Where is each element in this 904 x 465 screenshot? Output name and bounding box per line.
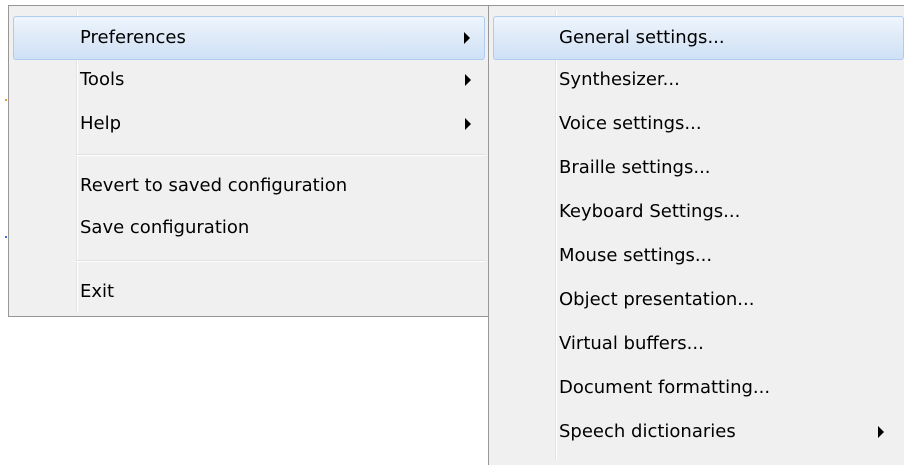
submenu-item-keyboard-settings[interactable]: Keyboard Settings... xyxy=(493,190,904,234)
submenu-item-document-formatting[interactable]: Document formatting... xyxy=(493,366,904,410)
submenu-arrow-icon xyxy=(464,32,470,44)
submenu-item-label: Synthesizer... xyxy=(559,69,680,90)
menu-item-tools[interactable]: Tools xyxy=(13,58,485,102)
menu-item-label: Tools xyxy=(80,69,125,90)
submenu-arrow-icon xyxy=(465,74,471,86)
submenu-item-label: Document formatting... xyxy=(559,377,771,398)
menu-item-revert-configuration[interactable]: Revert to saved configuration xyxy=(13,164,485,208)
submenu-item-general-settings[interactable]: General settings... xyxy=(493,16,904,60)
submenu-arrow-icon xyxy=(465,118,471,130)
submenu-item-label: Object presentation... xyxy=(559,289,755,310)
submenu-item-label: General settings... xyxy=(559,27,725,48)
background-artifact xyxy=(5,236,7,238)
menu-item-help[interactable]: Help xyxy=(13,102,485,146)
menu-item-label: Save configuration xyxy=(80,217,250,238)
submenu-item-label: Keyboard Settings... xyxy=(559,201,741,222)
submenu-item-speech-dictionaries[interactable]: Speech dictionaries xyxy=(493,410,894,454)
submenu-item-synthesizer[interactable]: Synthesizer... xyxy=(493,58,904,102)
submenu-item-label: Speech dictionaries xyxy=(559,421,736,442)
menu-item-exit[interactable]: Exit xyxy=(13,270,485,314)
submenu-item-label: Voice settings... xyxy=(559,113,702,134)
menu-item-label: Preferences xyxy=(80,27,186,48)
submenu-item-object-presentation[interactable]: Object presentation... xyxy=(493,278,904,322)
submenu-item-virtual-buffers[interactable]: Virtual buffers... xyxy=(493,322,904,366)
submenu-item-label: Virtual buffers... xyxy=(559,333,704,354)
background-artifact xyxy=(5,99,7,101)
menu-separator xyxy=(76,260,485,262)
submenu-item-voice-settings[interactable]: Voice settings... xyxy=(493,102,904,146)
submenu-arrow-icon xyxy=(878,426,884,438)
menu-item-label: Revert to saved configuration xyxy=(80,175,348,196)
menu-separator xyxy=(76,154,485,156)
submenu-item-mouse-settings[interactable]: Mouse settings... xyxy=(493,234,904,278)
menu-item-save-configuration[interactable]: Save configuration xyxy=(13,206,485,250)
menu-item-label: Help xyxy=(80,113,122,134)
submenu-item-braille-settings[interactable]: Braille settings... xyxy=(493,146,904,190)
submenu-item-label: Braille settings... xyxy=(559,157,711,178)
menu-item-preferences[interactable]: Preferences xyxy=(13,16,485,60)
nvda-main-menu: Preferences Tools Help Revert to saved c… xyxy=(8,5,490,317)
preferences-submenu: General settings... Synthesizer... Voice… xyxy=(488,5,904,465)
submenu-item-label: Mouse settings... xyxy=(559,245,713,266)
menu-item-label: Exit xyxy=(80,281,115,302)
